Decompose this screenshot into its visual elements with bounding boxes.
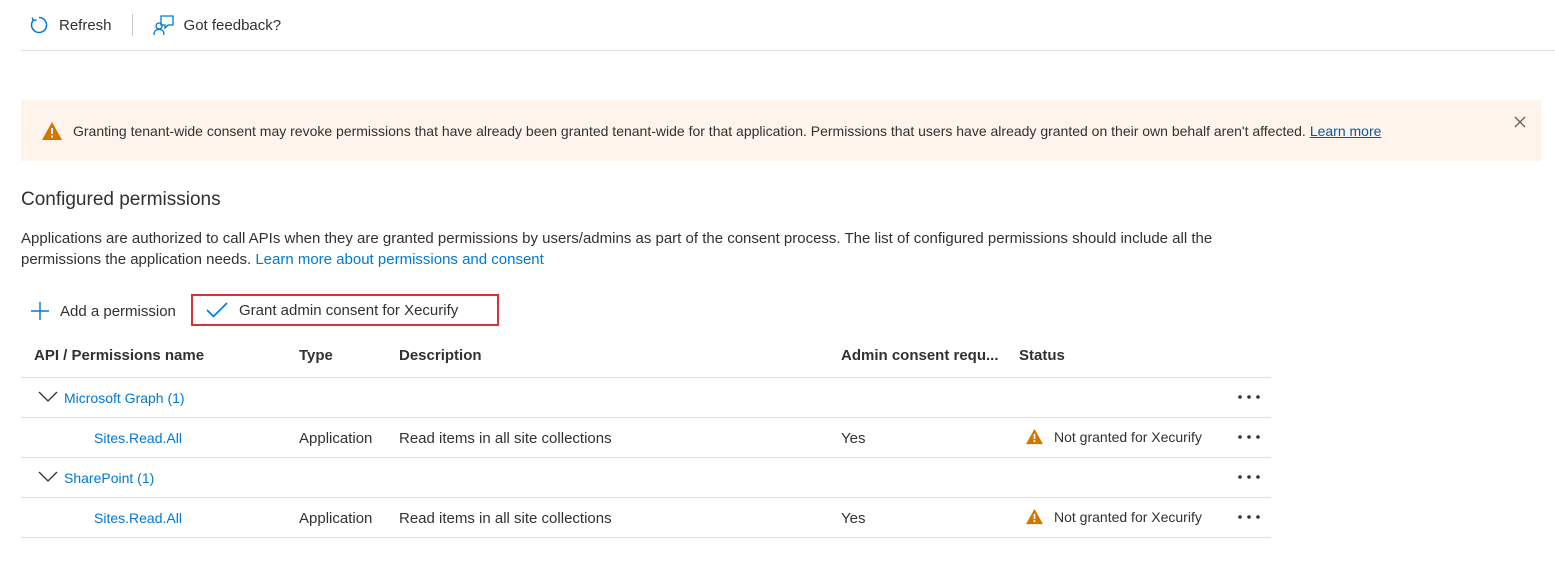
grant-admin-consent-label: Grant admin consent for Xecurify <box>239 301 459 319</box>
warning-icon <box>1025 508 1044 525</box>
warning-icon <box>41 121 63 141</box>
column-header-description[interactable]: Description <box>399 347 482 364</box>
command-bar: Refresh Got feedback? <box>21 0 1555 51</box>
table-header: API / Permissions name Type Description … <box>21 336 1271 378</box>
add-permission-label: Add a permission <box>60 302 176 320</box>
permission-description: Read items in all site collections <box>399 510 612 527</box>
admin-consent-value: Yes <box>841 510 866 527</box>
more-options-icon[interactable] <box>1236 428 1262 446</box>
section-title: Configured permissions <box>21 189 221 210</box>
plus-icon <box>30 301 50 321</box>
permission-link[interactable]: Sites.Read.All <box>94 430 182 446</box>
admin-consent-value: Yes <box>841 430 866 447</box>
table-row: Sites.Read.All Application Read items in… <box>21 498 1271 538</box>
column-header-admin-consent[interactable]: Admin consent requ... <box>841 347 999 364</box>
banner-message: Granting tenant-wide consent may revoke … <box>73 122 1306 139</box>
group-row-microsoft-graph: Microsoft Graph (1) <box>21 378 1271 418</box>
column-header-api-name[interactable]: API / Permissions name <box>34 347 204 364</box>
permission-type: Application <box>299 430 373 447</box>
group-link-microsoft-graph[interactable]: Microsoft Graph (1) <box>64 390 185 406</box>
permission-description: Read items in all site collections <box>399 430 612 447</box>
status-text: Not granted for Xecurify <box>1054 508 1202 525</box>
section-description: Applications are authorized to call APIs… <box>21 228 1271 270</box>
feedback-label: Got feedback? <box>183 16 282 34</box>
chevron-down-icon[interactable] <box>38 391 58 403</box>
warning-icon <box>1025 428 1044 445</box>
toolbar-divider <box>131 14 133 36</box>
permissions-consent-link[interactable]: Learn more about permissions and consent <box>255 251 544 268</box>
status-badge: Not granted for Xecurify <box>1025 428 1202 445</box>
status-text: Not granted for Xecurify <box>1054 428 1202 445</box>
more-options-icon[interactable] <box>1236 388 1262 406</box>
status-badge: Not granted for Xecurify <box>1025 508 1202 525</box>
refresh-label: Refresh <box>59 16 112 34</box>
refresh-button[interactable]: Refresh <box>21 8 112 42</box>
add-permission-button[interactable]: Add a permission <box>30 298 176 324</box>
permissions-table: API / Permissions name Type Description … <box>21 336 1271 538</box>
banner-learn-more-link[interactable]: Learn more <box>1310 123 1382 139</box>
permission-type: Application <box>299 510 373 527</box>
table-row: Sites.Read.All Application Read items in… <box>21 418 1271 458</box>
column-header-type[interactable]: Type <box>299 347 333 364</box>
warning-banner: Granting tenant-wide consent may revoke … <box>21 100 1541 161</box>
permission-link[interactable]: Sites.Read.All <box>94 510 182 526</box>
more-options-icon[interactable] <box>1236 468 1262 486</box>
feedback-button[interactable]: Got feedback? <box>152 8 282 42</box>
section-description-text: Applications are authorized to call APIs… <box>21 230 1213 268</box>
close-icon[interactable] <box>1513 115 1527 129</box>
grant-admin-consent-button[interactable]: Grant admin consent for Xecurify <box>191 294 499 326</box>
more-options-icon[interactable] <box>1236 508 1262 526</box>
chevron-down-icon[interactable] <box>38 471 58 483</box>
group-row-sharepoint: SharePoint (1) <box>21 458 1271 498</box>
checkmark-icon <box>206 302 228 318</box>
refresh-icon <box>29 15 49 35</box>
feedback-icon <box>152 14 175 36</box>
column-header-status[interactable]: Status <box>1019 347 1065 364</box>
group-link-sharepoint[interactable]: SharePoint (1) <box>64 470 154 486</box>
